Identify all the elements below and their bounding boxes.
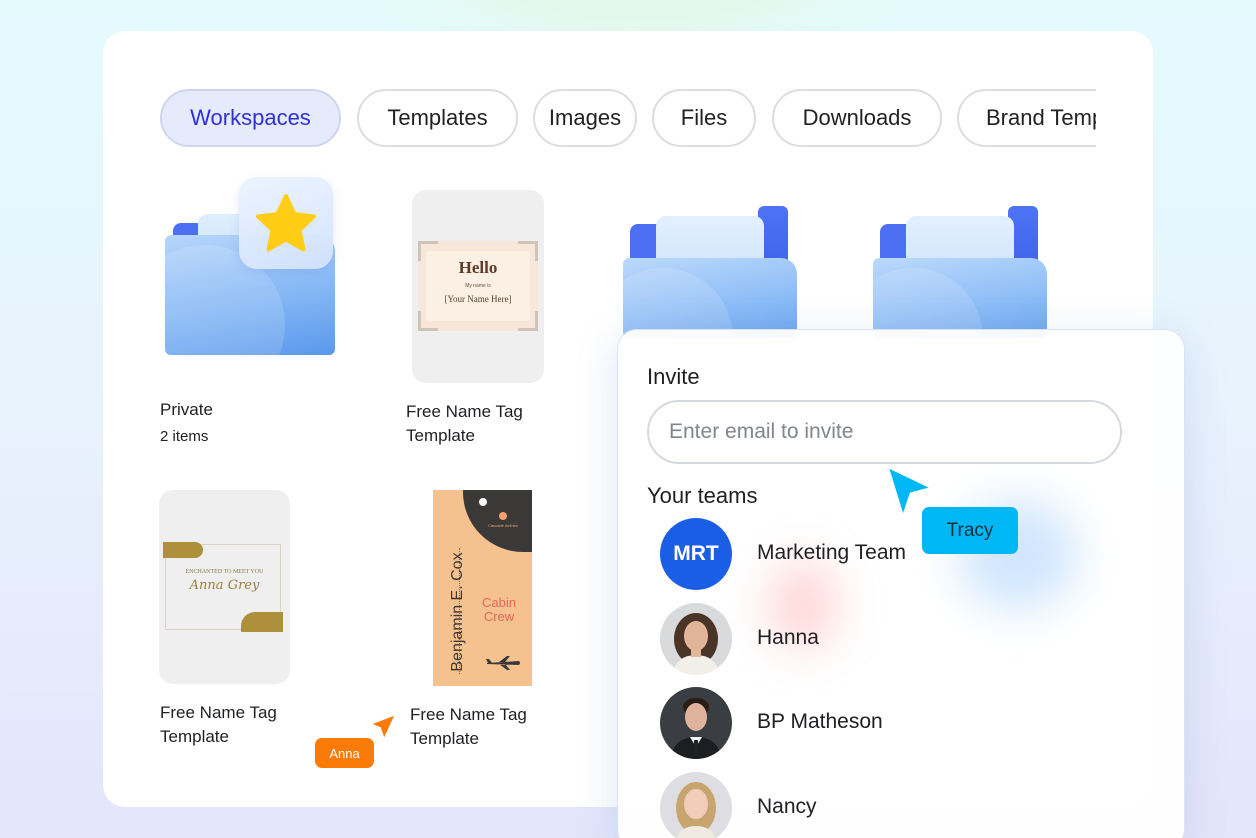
hello-name: [Your Name Here] <box>444 294 512 304</box>
benjamin-role: Cabin Crew <box>482 595 516 624</box>
hello-heading: Hello <box>458 258 498 277</box>
template-title-anna: Free Name Tag Template <box>160 703 277 746</box>
avatar: MRT <box>660 518 732 590</box>
invite-panel: Invite Your teams MRT Marketing Team Han… <box>617 329 1185 838</box>
team-member-hanna[interactable]: Hanna <box>660 603 1100 675</box>
airline-name: Cascade Airlines <box>488 523 518 528</box>
benjamin-header <box>463 490 532 552</box>
folder-front <box>623 258 797 338</box>
template-thumbnail-benjamin[interactable]: Cascade Airlines Benjamin E. Cox Cabin C… <box>433 490 532 686</box>
folder-front <box>873 258 1047 338</box>
anna-name: Anna Grey <box>189 578 260 593</box>
team-member-bp-matheson[interactable]: BP Matheson <box>660 687 1100 759</box>
template-title-hello: Free Name Tag Template <box>406 402 523 445</box>
private-folder-count: 2 items <box>160 428 209 445</box>
hello-card: Hello My name is [Your Name Here] <box>418 241 538 331</box>
airline-logo-icon <box>499 512 507 520</box>
member-name: BP Matheson <box>757 710 883 733</box>
star-icon <box>256 194 316 252</box>
lanyard-hole <box>479 498 487 506</box>
favorite-badge <box>239 177 333 269</box>
anna-swash-bottom <box>241 612 283 632</box>
your-teams-title: Your teams <box>647 483 758 508</box>
tab-brand-templates[interactable]: Brand Temp <box>957 89 1096 147</box>
airplane-icon <box>486 656 520 670</box>
member-name: Nancy <box>757 795 817 818</box>
category-tabs: Workspaces Templates Images Files Downlo… <box>160 89 1096 147</box>
template-thumbnail-anna[interactable]: ENCHANTED TO MEET YOU Anna Grey <box>159 490 290 684</box>
team-member-marketing[interactable]: MRT Marketing Team <box>660 518 1100 590</box>
avatar <box>660 603 732 675</box>
folder-icon[interactable] <box>623 206 797 338</box>
tab-files[interactable]: Files <box>652 89 756 147</box>
benjamin-name: Benjamin E. Cox <box>449 552 466 672</box>
private-folder-title: Private <box>160 400 213 419</box>
avatar <box>660 772 732 838</box>
tab-workspaces[interactable]: Workspaces <box>160 89 341 147</box>
hello-subtext: My name is <box>465 283 491 289</box>
team-member-nancy[interactable]: Nancy <box>660 772 1100 838</box>
tab-images[interactable]: Images <box>533 89 637 147</box>
template-thumbnail-hello[interactable]: Hello My name is [Your Name Here] <box>412 190 544 383</box>
tab-downloads[interactable]: Downloads <box>772 89 942 147</box>
collaborator-cursor-anna: Anna <box>315 738 374 768</box>
avatar <box>660 687 732 759</box>
collaborator-cursor-tracy: Tracy <box>922 507 1018 554</box>
member-name: Marketing Team <box>757 541 907 564</box>
template-title-benjamin: Free Name Tag Template <box>410 705 527 748</box>
private-folder-icon[interactable] <box>165 177 335 355</box>
anna-swash-top <box>163 542 203 558</box>
tab-templates[interactable]: Templates <box>357 89 518 147</box>
invite-email-input[interactable] <box>647 400 1122 464</box>
folder-icon[interactable] <box>873 206 1047 338</box>
member-name: Hanna <box>757 626 819 649</box>
anna-subtext: ENCHANTED TO MEET YOU <box>185 569 264 575</box>
invite-title: Invite <box>647 364 700 389</box>
